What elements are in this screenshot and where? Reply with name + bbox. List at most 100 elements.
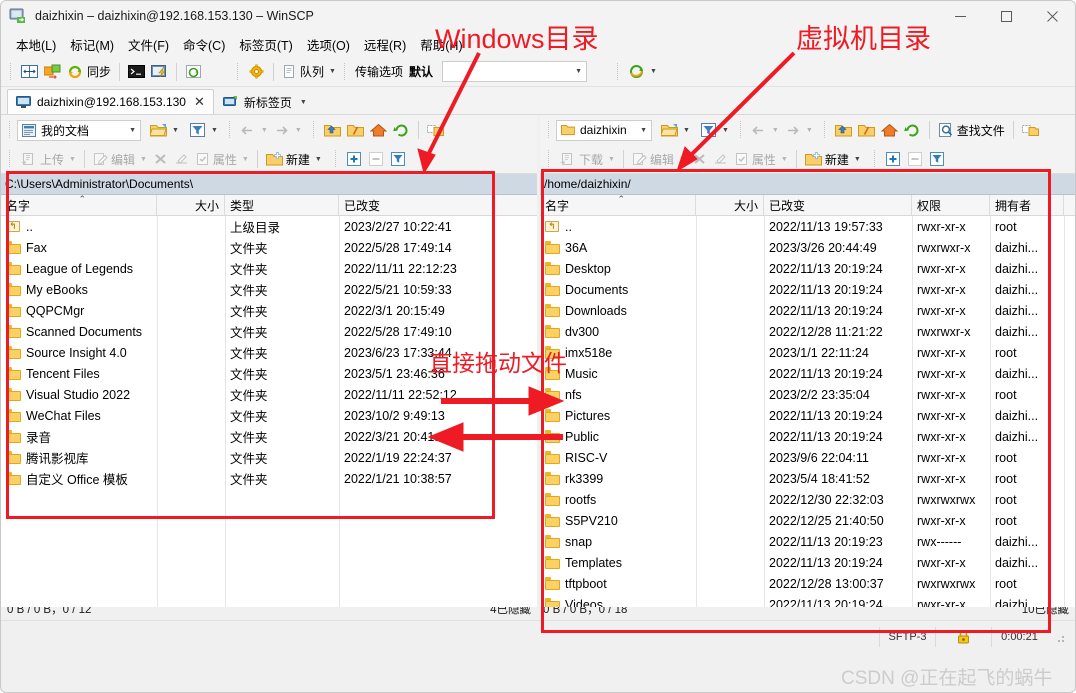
remote-parent-dir-button[interactable]	[832, 118, 855, 142]
close-button[interactable]	[1029, 1, 1075, 31]
open-terminal-button[interactable]	[125, 60, 148, 84]
queue-button[interactable]: 队列 ▼	[279, 60, 339, 84]
menu-remote[interactable]: 远程(R)	[357, 32, 413, 57]
local-col-size[interactable]: 大小	[157, 195, 225, 215]
remote-edit-button[interactable]: 编辑 ▼	[629, 147, 689, 171]
toolbar-grip-3[interactable]	[341, 62, 349, 81]
local-edit-button[interactable]: 编辑 ▼	[90, 147, 150, 171]
toolbar-grip-3[interactable]	[821, 121, 829, 139]
toolbar-grip[interactable]	[546, 150, 553, 168]
toolbar-grip[interactable]	[7, 150, 14, 168]
chevron-down-icon[interactable]: ▼	[640, 127, 647, 134]
minimize-button[interactable]	[937, 1, 983, 31]
toolbar-grip-2[interactable]	[226, 121, 234, 139]
table-row[interactable]: RISC-V 2023/9/6 22:04:11 rwxr-xr-x root	[540, 447, 1075, 468]
remote-delete-button[interactable]	[689, 147, 710, 171]
chevron-down-icon[interactable]: ▼	[261, 127, 268, 134]
local-select-less-button[interactable]	[365, 147, 387, 171]
refresh-button[interactable]	[182, 60, 205, 84]
remote-col-changed[interactable]: 已改变	[764, 195, 912, 215]
putty-button[interactable]	[148, 60, 171, 84]
chevron-down-icon[interactable]: ▼	[315, 156, 322, 163]
chevron-down-icon[interactable]: ▼	[683, 127, 690, 134]
table-row[interactable]: rk3399 2023/5/4 18:41:52 rwxr-xr-x root	[540, 468, 1075, 489]
table-row[interactable]: rootfs 2022/12/30 22:32:03 rwxrwxrwx root	[540, 489, 1075, 510]
chevron-down-icon[interactable]: ▼	[295, 127, 302, 134]
maximize-button[interactable]	[983, 1, 1029, 31]
table-row[interactable]: ↰.. 2022/11/13 19:57:33 rwxr-xr-x root	[540, 216, 1075, 237]
tab-session[interactable]: daizhixin@192.168.153.130 ✕	[7, 89, 214, 114]
remote-col-rights[interactable]: 权限	[912, 195, 990, 215]
local-forward-button[interactable]: ▼	[271, 118, 305, 142]
remote-filter-button[interactable]: ▼	[697, 118, 732, 142]
toolbar-grip[interactable]	[7, 121, 14, 139]
table-row[interactable]: 自定义 Office 模板 文件夹 2022/1/21 10:38:57	[1, 468, 537, 489]
remote-home-dir-button[interactable]	[878, 118, 901, 142]
table-row[interactable]: Documents 2022/11/13 20:19:24 rwxr-xr-x dai…	[540, 279, 1075, 300]
remote-select-filter-button[interactable]	[926, 147, 948, 171]
table-row[interactable]: snap 2022/11/13 20:19:23 rwx------ daizhi..…	[540, 531, 1075, 552]
preferences-button[interactable]	[245, 60, 268, 84]
menu-help[interactable]: 帮助(H)	[413, 32, 469, 57]
chevron-down-icon[interactable]: ▼	[140, 156, 147, 163]
chevron-down-icon[interactable]: ▼	[722, 127, 729, 134]
local-sync-browsing-button[interactable]	[424, 118, 447, 142]
sync-browse-button[interactable]	[41, 60, 64, 84]
toolbar-grip-2[interactable]	[871, 150, 879, 168]
chevron-down-icon[interactable]: ▼	[129, 127, 136, 134]
transfer-preset-combo[interactable]: ▼	[442, 61, 587, 82]
chevron-down-icon[interactable]: ▼	[679, 156, 686, 163]
menu-local[interactable]: 本地(L)	[9, 32, 63, 57]
table-row[interactable]: Desktop 2022/11/13 20:19:24 rwxr-xr-x daizh…	[540, 258, 1075, 279]
toolbar-grip-2[interactable]	[737, 121, 745, 139]
table-row[interactable]: Templates 2022/11/13 20:19:24 rwxr-xr-x dai…	[540, 552, 1075, 573]
chevron-down-icon[interactable]: ▼	[300, 99, 307, 106]
remote-forward-button[interactable]: ▼	[782, 118, 816, 142]
remote-file-list[interactable]: 名字 ⌃ 大小 已改变 权限 拥有者 ↰ .. 2022/11/13 19:57…	[540, 195, 1075, 607]
remote-refresh-button[interactable]	[901, 118, 924, 142]
remote-select-less-button[interactable]	[904, 147, 926, 171]
local-file-list[interactable]: 名字 ⌃ 大小 类型 已改变 ↰.. 上级目录 2023/2/27 10:22:…	[1, 195, 537, 607]
remote-download-button[interactable]: 下载 ▼	[556, 147, 618, 171]
tab-new[interactable]: 新标签页 ▼	[213, 89, 316, 114]
table-row[interactable]: tftpboot 2022/12/28 13:00:37 rwxrwxrwx root	[540, 573, 1075, 594]
local-select-filter-button[interactable]	[387, 147, 409, 171]
local-properties-button[interactable]: 属性 ▼	[192, 147, 252, 171]
table-row[interactable]: My eBooks 文件夹 2022/5/21 10:59:33	[1, 279, 537, 300]
remote-open-directory-button[interactable]: ▼	[658, 118, 693, 142]
menu-command[interactable]: 命令(C)	[176, 32, 232, 57]
remote-new-button[interactable]: 新建 ▼	[802, 147, 864, 171]
menu-file[interactable]: 文件(F)	[121, 32, 176, 57]
table-row[interactable]: League of Legends 文件夹 2022/11/11 22:12:23	[1, 258, 537, 279]
table-row[interactable]: Downloads 2022/11/13 20:19:24 rwxr-xr-x dai…	[540, 300, 1075, 321]
table-row[interactable]: 腾讯影视库 文件夹 2022/1/19 22:24:37	[1, 447, 537, 468]
chevron-down-icon[interactable]: ▼	[650, 68, 657, 75]
table-row[interactable]: 36A 2023/3/26 20:44:49 rwxrwxr-x daizhi...	[540, 237, 1075, 258]
remote-rename-button[interactable]	[710, 147, 731, 171]
chevron-down-icon[interactable]: ▼	[172, 127, 179, 134]
chevron-down-icon[interactable]: ▼	[608, 156, 615, 163]
remote-root-dir-button[interactable]	[855, 118, 878, 142]
chevron-down-icon[interactable]: ▼	[575, 68, 582, 75]
table-row[interactable]: S5PV210 2022/12/25 21:40:50 rwxr-xr-x root	[540, 510, 1075, 531]
remote-find-files-button[interactable]: 查找文件	[935, 118, 1008, 142]
remote-dir-combo[interactable]: daizhixin ▼	[556, 119, 652, 141]
local-filter-button[interactable]: ▼	[186, 118, 221, 142]
table-row[interactable]: Tencent Files 文件夹 2023/5/1 23:46:36	[1, 363, 537, 384]
table-row[interactable]: nfs 2023/2/2 23:35:04 rwxr-xr-x root	[540, 384, 1075, 405]
resize-grip[interactable]	[1053, 630, 1065, 643]
table-row[interactable]: Music 2022/11/13 20:19:24 rwxr-xr-x daizhi.…	[540, 363, 1075, 384]
local-new-button[interactable]: 新建 ▼	[263, 147, 325, 171]
local-delete-button[interactable]	[150, 147, 171, 171]
menu-mark[interactable]: 标记(M)	[63, 32, 121, 57]
table-row[interactable]: Videos 2022/11/13 20:19:24 rwxr-xr-x daizhi…	[540, 594, 1075, 607]
menu-options[interactable]: 选项(O)	[300, 32, 357, 57]
table-row[interactable]: Visual Studio 2022 文件夹 2022/11/11 22:52:12	[1, 384, 537, 405]
remote-back-button[interactable]: ▼	[748, 118, 782, 142]
chevron-down-icon[interactable]: ▼	[781, 156, 788, 163]
remote-properties-button[interactable]: 属性 ▼	[731, 147, 791, 171]
local-col-type[interactable]: 类型	[225, 195, 339, 215]
local-parent-dir-button[interactable]	[321, 118, 344, 142]
chevron-down-icon[interactable]: ▼	[242, 156, 249, 163]
local-home-dir-button[interactable]	[367, 118, 390, 142]
